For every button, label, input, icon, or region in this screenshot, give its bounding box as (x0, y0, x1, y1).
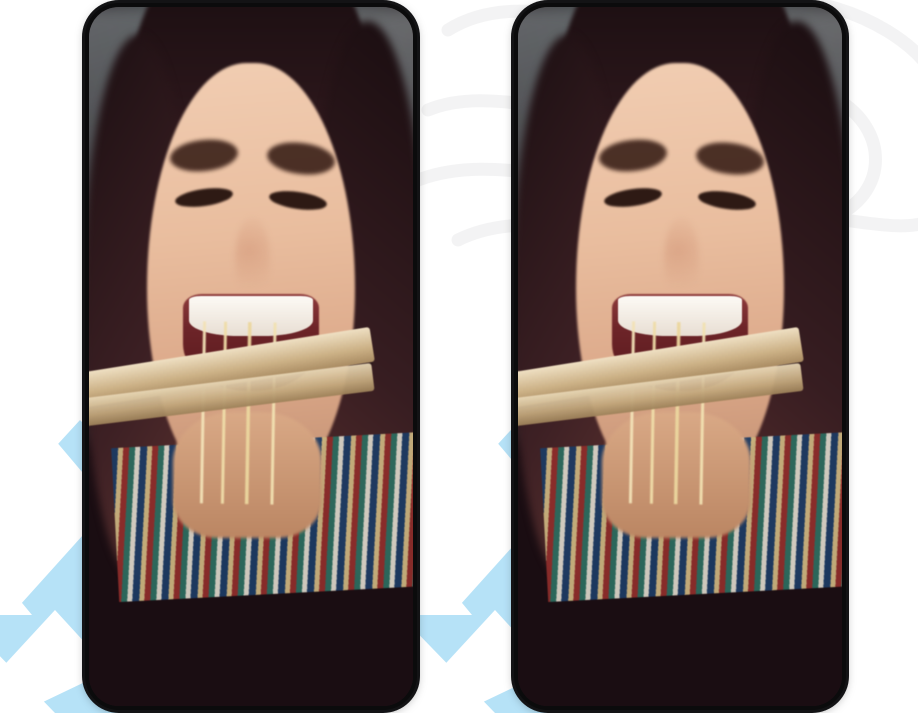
screen-live-watch: Live 12K Subscribe (518, 7, 842, 706)
live-video-frame (89, 7, 413, 706)
slide-canvas: Subscribe 12K watching Watc (0, 0, 918, 713)
phone-mockup-live-preview: Subscribe 12K watching Watc (85, 3, 417, 710)
phone-mockup-live-watch: Live 12K Subscribe (514, 3, 846, 710)
live-video-frame-2 (518, 7, 842, 706)
screen-live-preview: Subscribe 12K watching Watc (89, 7, 413, 706)
